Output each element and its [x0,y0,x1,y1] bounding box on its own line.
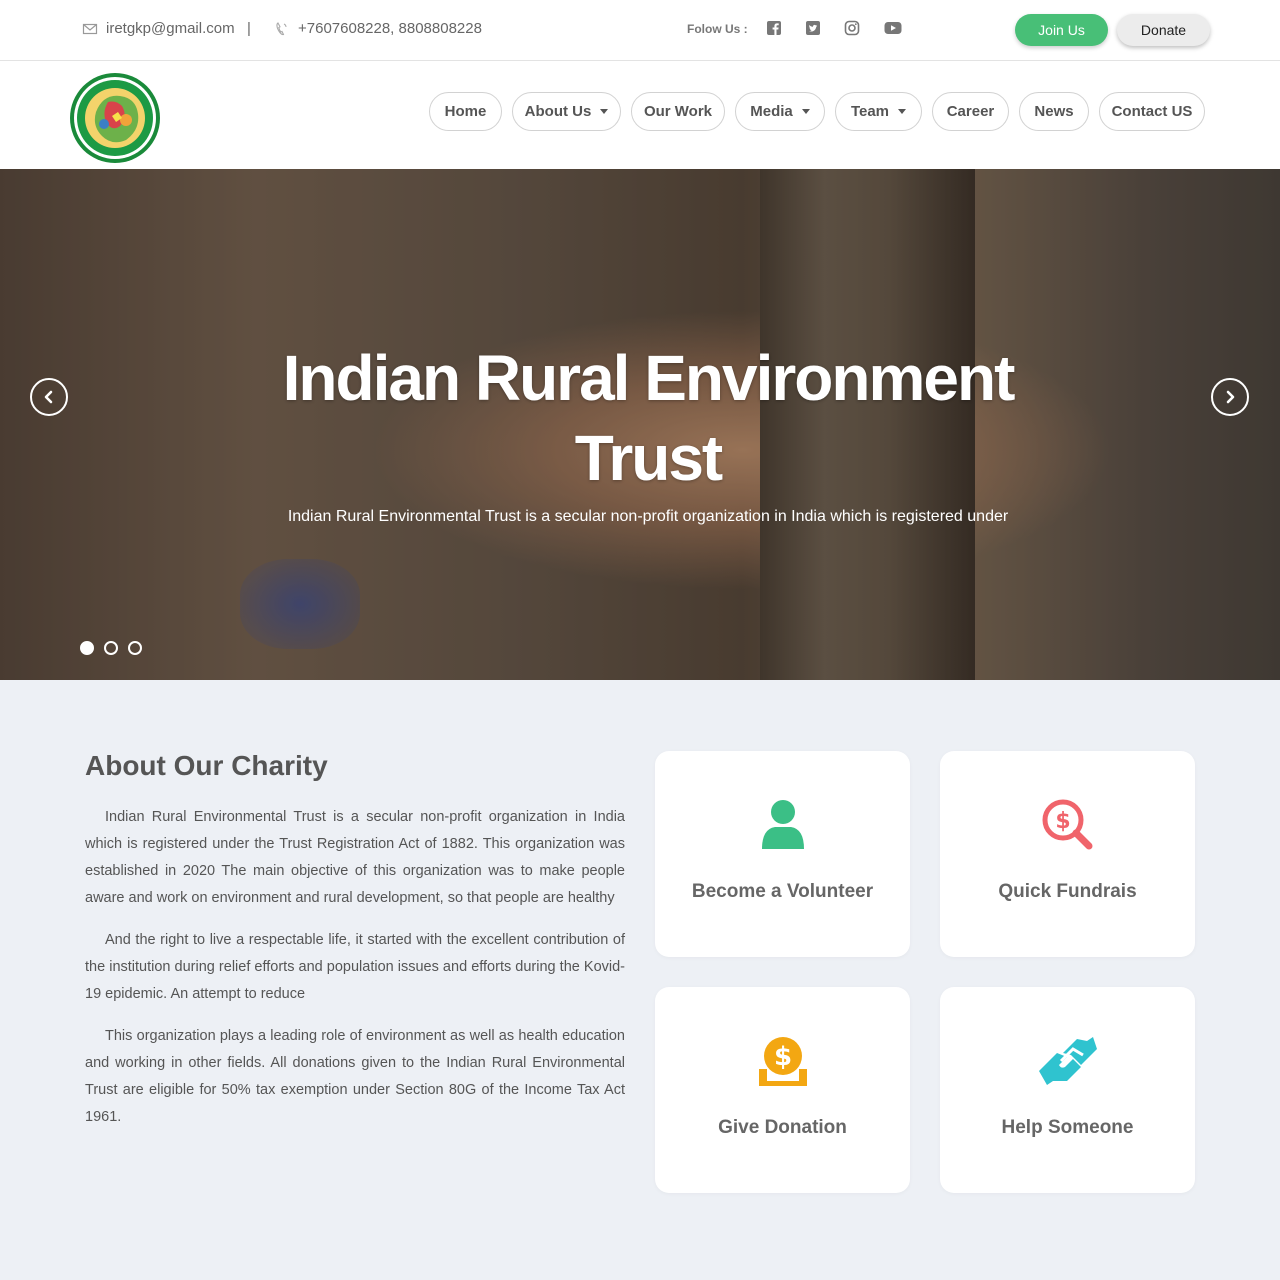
follow-us-label: Folow Us : [687,22,748,36]
nav-media[interactable]: Media [735,92,825,131]
handshake-icon [1038,1037,1097,1085]
contact-phone[interactable]: +7607608228, 8808808228 [274,20,482,37]
money-search-icon: $ [1042,799,1092,850]
chevron-down-icon [898,109,907,114]
trust-logo[interactable] [68,72,162,164]
nav-our-work[interactable]: Our Work [631,92,725,131]
youtube-icon[interactable] [884,19,902,37]
carousel-prev-button[interactable] [30,378,68,416]
carousel-dot-2[interactable] [104,641,118,655]
about-paragraph-2: And the right to live a respectable life… [85,932,625,1002]
nav-about-us-label: About Us [524,103,592,120]
nav-media-label: Media [750,103,793,120]
hero-subtitle: Indian Rural Environmental Trust is a se… [287,508,1009,525]
main-navbar: Home About Us Our Work Media Team Career… [0,61,1280,169]
about-title: About Our Charity [85,750,328,781]
nav-news[interactable]: News [1019,92,1089,131]
chevron-down-icon [600,109,609,114]
email-text: iretgkp@gmail.com [106,20,235,37]
nav-news-label: News [1034,103,1074,120]
card-label: Quick Fundrais [998,881,1137,902]
carousel-next-button[interactable] [1211,378,1249,416]
card-label: Give Donation [718,1117,847,1138]
chevron-left-icon [44,390,53,404]
nav-contact-us[interactable]: Contact US [1099,92,1205,131]
facebook-icon[interactable] [765,19,783,37]
top-bar: iretgkp@gmail.com | +7607608228, 8808808… [0,0,1280,61]
card-label: Become a Volunteer [691,881,874,902]
card-become-volunteer[interactable]: Become a Volunteer [655,751,910,957]
card-quick-fundraise[interactable]: $ Quick Fundrais [940,751,1195,957]
nav-our-work-label: Our Work [643,103,713,120]
nav-career-label: Career [946,103,995,120]
nav-team[interactable]: Team [835,92,922,131]
join-us-button[interactable]: Join Us [1015,14,1108,46]
svg-text:$: $ [773,1042,791,1072]
nav-career[interactable]: Career [932,92,1009,131]
card-give-donation[interactable]: $ Give Donation [655,987,910,1193]
svg-text:$: $ [1055,809,1070,834]
hero-title: Indian Rural Environment Trust [0,338,1280,498]
card-help-someone[interactable]: Help Someone [940,987,1195,1193]
nav-about-us[interactable]: About Us [512,92,621,131]
nav-team-label: Team [850,103,890,120]
person-icon [761,800,804,849]
chevron-right-icon [1226,390,1235,404]
hero-title-line2: Trust [574,422,723,494]
nav-contact-us-label: Contact US [1111,103,1193,120]
instagram-icon[interactable] [843,19,861,37]
nav-home[interactable]: Home [429,92,502,131]
carousel-dot-3[interactable] [128,641,142,655]
envelope-icon [82,23,98,34]
phone-icon [276,21,287,35]
nav-home-label: Home [444,103,487,120]
about-paragraph-1: Indian Rural Environmental Trust is a se… [85,809,625,906]
twitter-icon[interactable] [804,19,822,37]
chevron-down-icon [801,109,810,114]
donate-button[interactable]: Donate [1117,14,1210,46]
about-paragraph-3: This organization plays a leading role o… [85,1028,625,1125]
contact-email[interactable]: iretgkp@gmail.com [82,20,235,37]
hero-title-line1: Indian Rural Environment [282,342,1016,414]
card-label: Help Someone [1001,1117,1134,1138]
contact-separator: | [247,20,251,37]
carousel-dot-1[interactable] [80,641,94,655]
phone-text: +7607608228, 8808808228 [298,20,482,37]
donation-coin-icon: $ [758,1037,807,1086]
